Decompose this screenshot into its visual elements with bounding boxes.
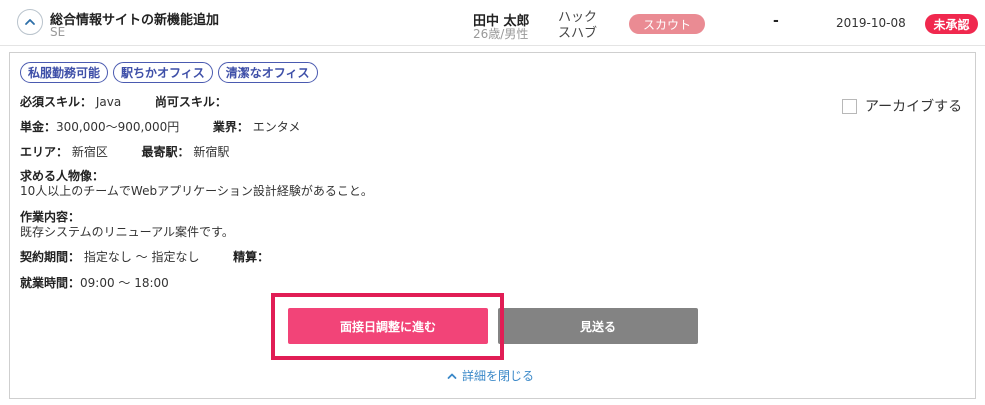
price-label: 単金： — [20, 120, 57, 134]
price-line: 単金：300,000〜900,000円 業界： エンタメ — [20, 118, 300, 135]
hours-label: 就業時間： — [20, 276, 81, 290]
required-skill-value: Java — [95, 95, 122, 109]
skills-line: 必須スキル： Java 尚可スキル： — [20, 93, 227, 110]
tag: 私服勤務可能 — [20, 62, 109, 83]
scout-badge: スカウト — [629, 14, 705, 34]
checkbox-box[interactable] — [842, 98, 857, 114]
job-category: SE — [50, 25, 66, 39]
work-value: 既存システムのリニューアル案件です。 — [20, 225, 234, 239]
close-details-label: 詳細を閉じる — [462, 369, 535, 383]
tag-list: 私服勤務可能 駅ちかオフィス 清潔なオフィス — [20, 62, 318, 83]
station-label: 最寄駅： — [141, 145, 190, 159]
preferred-skill-label: 尚可スキル： — [154, 95, 227, 109]
job-title[interactable]: 総合情報サイトの新機能追加 — [50, 9, 219, 28]
contract-line: 契約期間： 指定なし 〜 指定なし 精算： — [20, 248, 269, 265]
persona-label-text: 求める人物像： — [20, 169, 105, 183]
tag: 清潔なオフィス — [217, 62, 318, 83]
contract-label: 契約期間： — [20, 250, 81, 264]
hours-line: 就業時間：09:00 〜 18:00 — [20, 274, 169, 291]
area-value: 新宿区 — [71, 145, 108, 159]
archive-label: アーカイブする — [865, 99, 963, 115]
applicant-meta: 26歳/男性 — [473, 27, 529, 41]
decline-button[interactable]: 見送る — [498, 308, 698, 344]
chevron-up-icon — [447, 373, 457, 379]
required-skill-label: 必須スキル： — [20, 95, 93, 109]
work-label-text: 作業内容： — [20, 210, 81, 224]
persona-value: 10人以上のチームでWebアプリケーション設計経験があること。 — [20, 184, 373, 198]
empty-value: - — [773, 13, 779, 29]
archive-checkbox[interactable]: アーカイブする — [842, 96, 962, 116]
price-value: 300,000〜900,000円 — [56, 120, 180, 134]
industry-value: エンタメ — [252, 120, 301, 134]
chevron-up-icon — [25, 19, 35, 25]
collapse-button[interactable] — [17, 9, 43, 35]
settlement-label: 精算： — [233, 250, 270, 264]
status-badge: 未承認 — [925, 14, 978, 34]
industry-label: 業界： — [212, 120, 249, 134]
tag: 駅ちかオフィス — [113, 62, 213, 83]
hours-value: 09:00 〜 18:00 — [80, 276, 169, 290]
contract-value: 指定なし 〜 指定なし — [83, 250, 200, 264]
area-line: エリア： 新宿区 最寄駅： 新宿駅 — [20, 143, 229, 160]
close-details-link[interactable]: 詳細を閉じる — [447, 367, 534, 384]
detail-panel: 私服勤務可能 駅ちかオフィス 清潔なオフィス 必須スキル： Java 尚可スキル… — [9, 52, 976, 399]
job-header-row: 総合情報サイトの新機能追加 SE 田中 太郎 26歳/男性 ハック スハブ スカ… — [0, 0, 985, 46]
proceed-interview-button[interactable]: 面接日調整に進む — [288, 308, 488, 344]
date: 2019-10-08 — [836, 16, 906, 30]
area-label: エリア： — [20, 145, 69, 159]
company-name: ハック スハブ — [558, 10, 598, 41]
station-value: 新宿駅 — [193, 145, 230, 159]
